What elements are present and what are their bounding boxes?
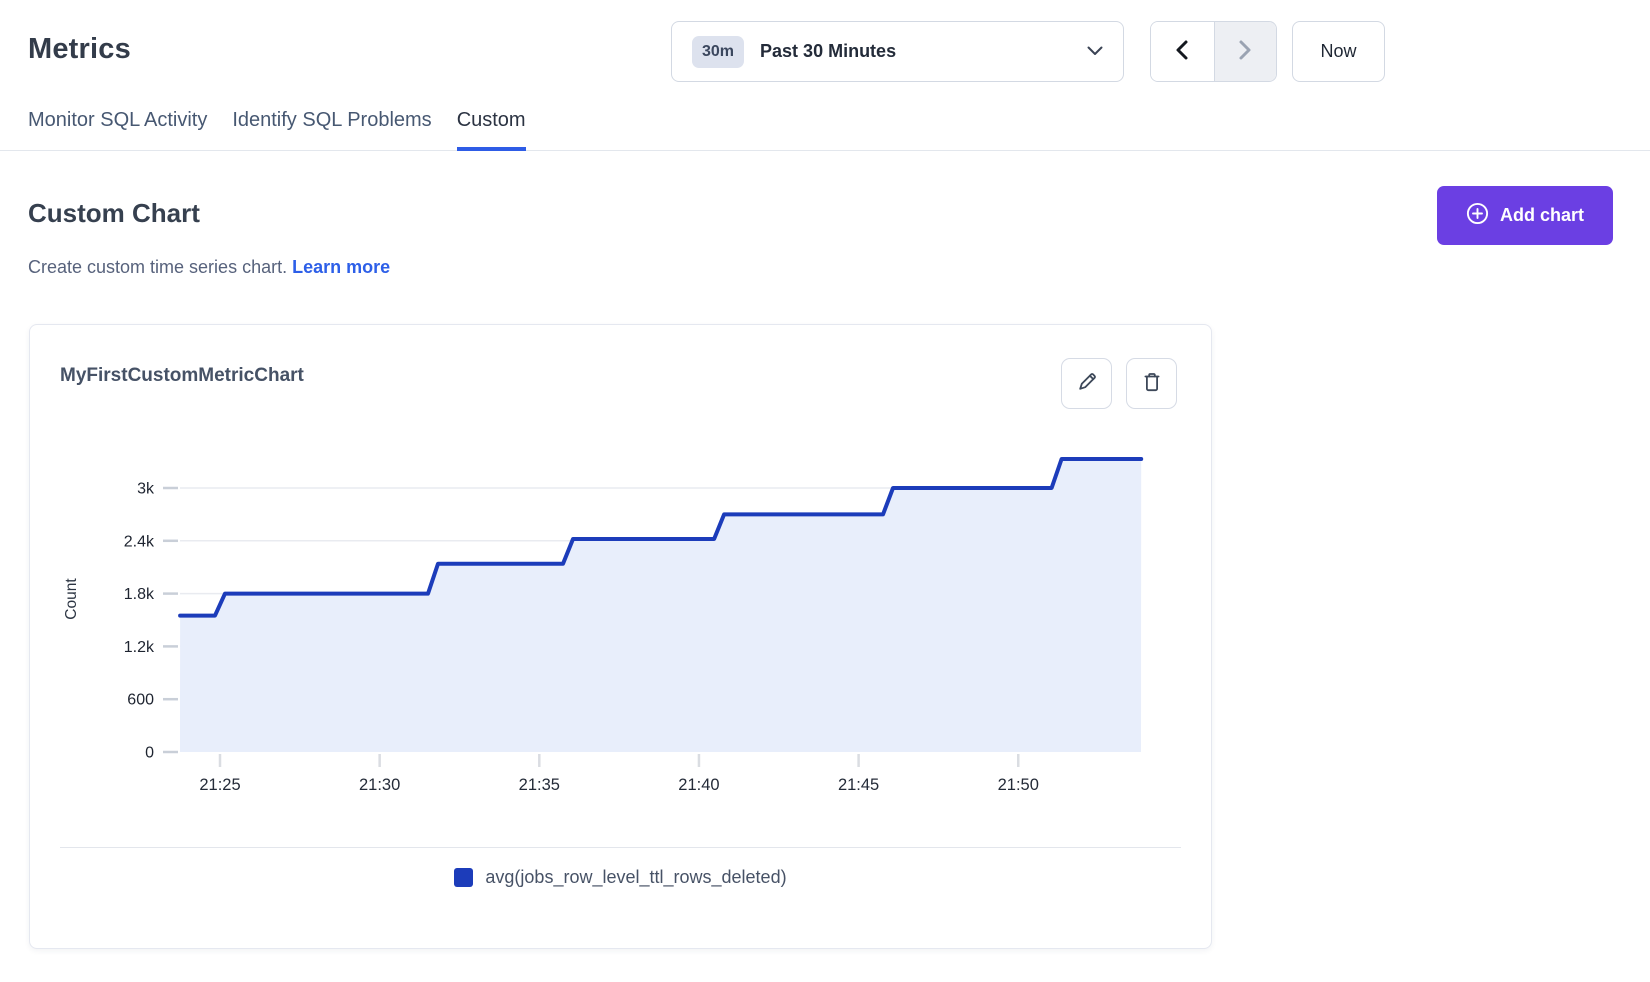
section-description: Create custom time series chart. Learn m… <box>28 257 390 278</box>
svg-text:Count: Count <box>63 578 80 620</box>
tab-custom[interactable]: Custom <box>457 107 526 151</box>
pencil-icon <box>1076 371 1098 396</box>
tab-identify-sql-problems[interactable]: Identify SQL Problems <box>232 107 431 151</box>
edit-chart-button[interactable] <box>1061 358 1112 409</box>
metrics-tabs: Monitor SQL Activity Identify SQL Proble… <box>0 107 1650 151</box>
svg-text:600: 600 <box>127 692 154 709</box>
trash-icon <box>1141 371 1163 396</box>
next-interval-button[interactable] <box>1214 22 1277 81</box>
svg-text:21:30: 21:30 <box>359 776 400 793</box>
section-description-text: Create custom time series chart. <box>28 257 287 277</box>
section-title: Custom Chart <box>28 198 200 229</box>
svg-text:21:35: 21:35 <box>519 776 560 793</box>
prev-interval-button[interactable] <box>1151 22 1214 81</box>
chevron-down-icon <box>1087 43 1103 61</box>
chart-actions <box>1061 358 1177 409</box>
time-range-label: Past 30 Minutes <box>760 41 1071 62</box>
svg-text:21:25: 21:25 <box>199 776 240 793</box>
learn-more-link[interactable]: Learn more <box>292 257 390 277</box>
legend-label: avg(jobs_row_level_ttl_rows_deleted) <box>485 867 786 888</box>
add-chart-button[interactable]: Add chart <box>1437 186 1613 245</box>
chart-legend-item[interactable]: avg(jobs_row_level_ttl_rows_deleted) <box>30 867 1211 888</box>
svg-text:0: 0 <box>145 745 154 762</box>
add-chart-label: Add chart <box>1500 205 1584 226</box>
svg-text:3k: 3k <box>137 481 155 498</box>
chart-title: MyFirstCustomMetricChart <box>60 365 304 387</box>
custom-chart-card: MyFirstCustomMetricChart 0 600 1.2k 1.8k 2.4… <box>29 324 1212 949</box>
svg-text:1.2k: 1.2k <box>124 639 155 656</box>
time-step-buttons <box>1150 21 1277 82</box>
legend-swatch <box>454 868 473 887</box>
svg-text:21:40: 21:40 <box>678 776 719 793</box>
now-button[interactable]: Now <box>1292 21 1385 82</box>
page-title: Metrics <box>28 33 131 66</box>
card-divider <box>60 847 1181 848</box>
svg-text:21:45: 21:45 <box>838 776 879 793</box>
svg-text:1.8k: 1.8k <box>124 586 155 603</box>
svg-text:21:50: 21:50 <box>998 776 1039 793</box>
chevron-left-icon <box>1174 39 1190 64</box>
delete-chart-button[interactable] <box>1126 358 1177 409</box>
chevron-right-icon <box>1237 39 1253 64</box>
plus-circle-icon <box>1466 202 1489 230</box>
time-range-dropdown[interactable]: 30m Past 30 Minutes <box>671 21 1124 82</box>
time-range-badge: 30m <box>692 36 744 68</box>
chart-canvas[interactable]: 0 600 1.2k 1.8k 2.4k 3k 21:25 21:30 21:35 21:40 21… <box>60 421 1183 793</box>
svg-text:2.4k: 2.4k <box>124 533 155 550</box>
tab-monitor-sql-activity[interactable]: Monitor SQL Activity <box>28 107 207 151</box>
